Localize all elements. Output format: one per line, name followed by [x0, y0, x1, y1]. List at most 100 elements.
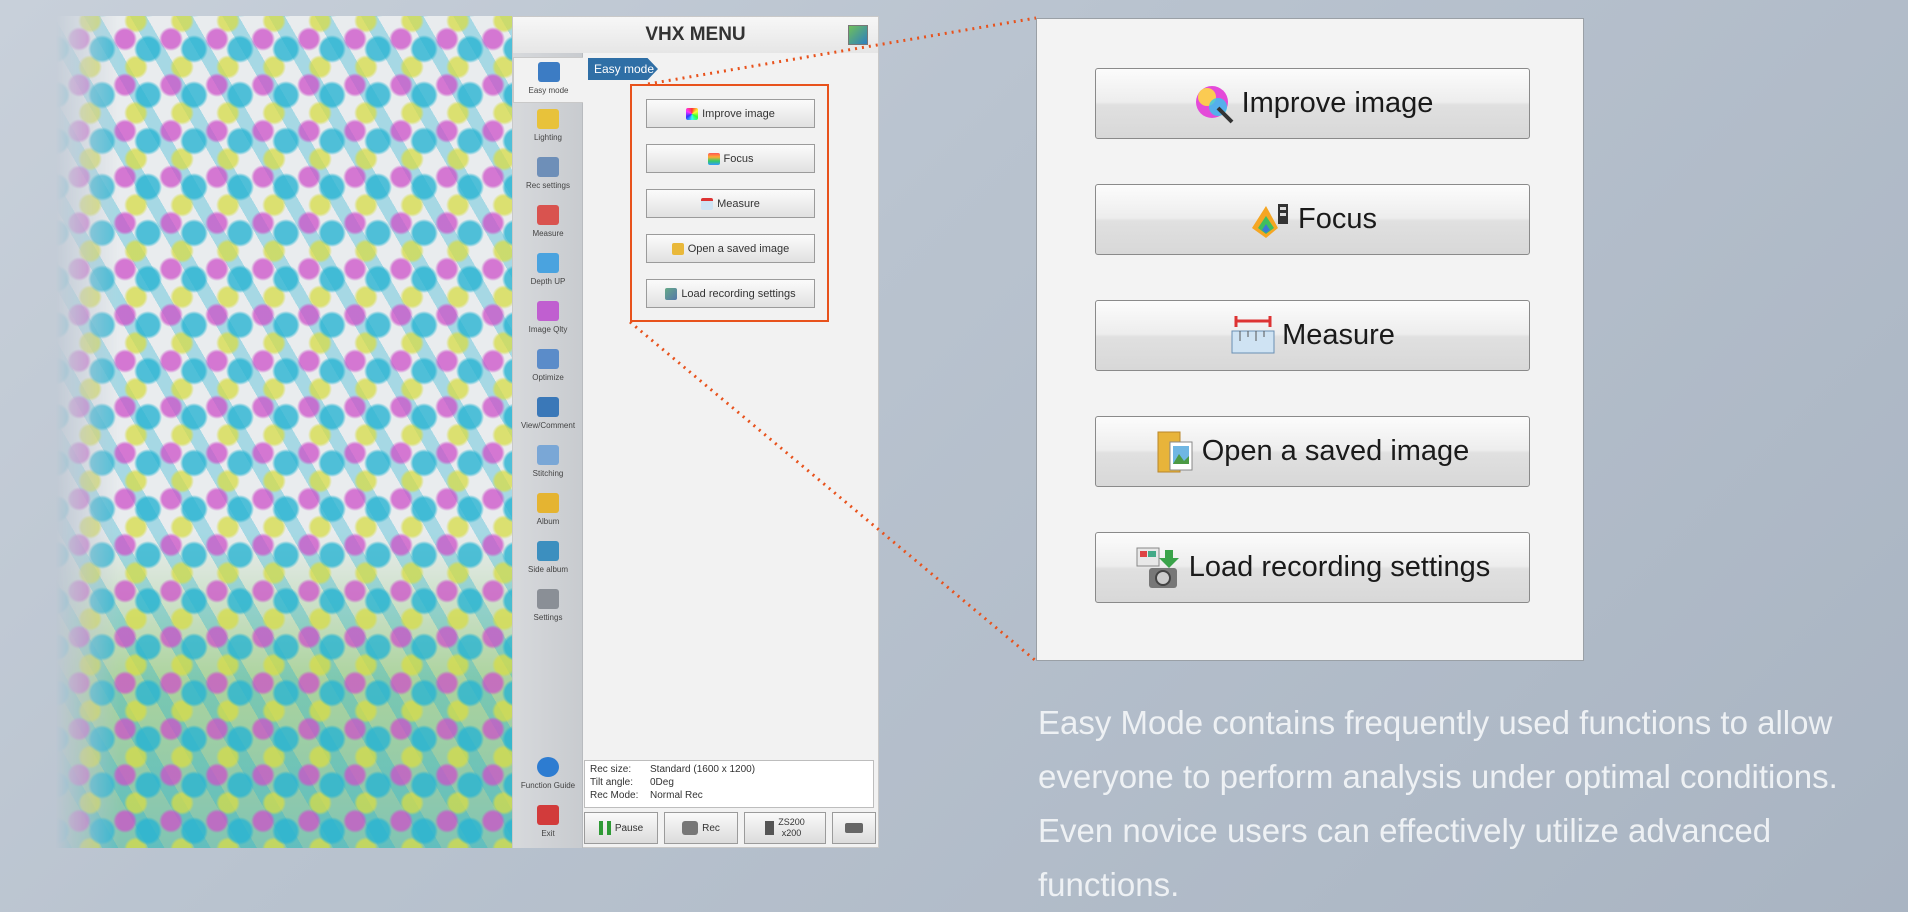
sidebar-item-label: Stitching: [532, 469, 564, 478]
improve-image-icon: [686, 107, 699, 120]
sidebar-item-label: Album: [536, 517, 560, 526]
zoom-magnification: x200: [781, 828, 802, 838]
optimize-icon: [537, 349, 559, 369]
status-key: Tilt angle:: [590, 777, 633, 788]
status-value: Normal Rec: [650, 790, 703, 801]
load-recording-settings-button-small[interactable]: Load recording settings: [646, 279, 815, 308]
bottom-toolbar: Pause Rec ZS200 x200: [584, 812, 879, 846]
menu-title: VHX MENU: [645, 24, 746, 45]
easy-mode-icon: [537, 62, 560, 82]
sidebar-item-label: Optimize: [532, 373, 564, 382]
sidebar-item-label: Exit: [541, 829, 555, 838]
settings-icon: [537, 589, 559, 609]
side-album-icon: [537, 541, 559, 561]
status-box: Rec size: Standard (1600 x 1200) Tilt an…: [584, 760, 874, 808]
sidebar-item-label: Side album: [527, 565, 569, 574]
sidebar-item-label: Image Qlty: [528, 325, 568, 334]
sidebar-item-label: Function Guide: [520, 781, 576, 790]
pause-icon: [598, 821, 611, 835]
depth-up-icon: [537, 253, 559, 273]
folder-image-icon: [671, 242, 684, 255]
sidebar-item-depth-up[interactable]: Depth UP: [513, 249, 583, 295]
eject-button[interactable]: [832, 812, 876, 844]
status-value: Standard (1600 x 1200): [650, 764, 756, 775]
sidebar-item-label: Easy mode: [528, 86, 569, 95]
button-label: Improve image: [702, 107, 775, 120]
lighting-icon: [537, 109, 559, 129]
focus-icon: [707, 152, 720, 165]
sidebar-item-image-quality[interactable]: Image Qlty: [513, 297, 583, 343]
sidebar: Easy mode Lighting Rec settings Measure …: [513, 53, 583, 848]
menu-header: VHX MENU: [513, 17, 878, 53]
sidebar-item-label: Measure: [532, 229, 564, 238]
button-label: Focus: [723, 152, 754, 165]
open-saved-image-button-small[interactable]: Open a saved image: [646, 234, 815, 263]
button-label: Open a saved image: [687, 242, 790, 255]
button-label: Load recording settings: [1188, 551, 1491, 583]
measure-button[interactable]: Measure: [1095, 300, 1530, 371]
record-button[interactable]: Rec: [664, 812, 738, 844]
power-icon: [537, 805, 559, 825]
focus-button-small[interactable]: Focus: [646, 144, 815, 173]
sidebar-item-settings[interactable]: Settings: [513, 585, 583, 631]
improve-image-button-small[interactable]: Improve image: [646, 99, 815, 128]
pause-label: Pause: [614, 822, 644, 834]
sidebar-item-label: Rec settings: [525, 181, 571, 190]
open-saved-image-button[interactable]: Open a saved image: [1095, 416, 1530, 487]
sidebar-item-lighting[interactable]: Lighting: [513, 105, 583, 151]
sidebar-item-view-comment[interactable]: View/Comment: [513, 393, 583, 439]
measure-icon: [1231, 315, 1275, 353]
sidebar-item-measure[interactable]: Measure: [513, 201, 583, 247]
load-settings-icon: [1136, 547, 1179, 588]
pause-button[interactable]: Pause: [584, 812, 658, 844]
image-quality-icon: [537, 301, 559, 321]
mode-tab[interactable]: Easy mode: [588, 58, 658, 80]
sidebar-item-optimize[interactable]: Optimize: [513, 345, 583, 391]
zoom-lens-button[interactable]: ZS200 x200: [744, 812, 826, 844]
button-label: Open a saved image: [1201, 435, 1470, 467]
button-label: Measure: [1282, 319, 1395, 351]
sidebar-item-side-album[interactable]: Side album: [513, 537, 583, 583]
status-key: Rec size:: [590, 764, 632, 775]
load-recording-settings-button[interactable]: Load recording settings: [1095, 532, 1530, 603]
lens-icon: [765, 821, 775, 835]
focus-icon: [1252, 203, 1288, 238]
measure-icon: [701, 197, 714, 210]
folder-image-icon: [1157, 431, 1193, 472]
rec-label: Rec: [702, 822, 720, 834]
button-label: Focus: [1298, 203, 1377, 235]
sidebar-item-album[interactable]: Album: [513, 489, 583, 535]
sidebar-item-label: Depth UP: [530, 277, 566, 286]
measure-button-small[interactable]: Measure: [646, 189, 815, 218]
help-icon: [537, 757, 559, 777]
status-key: Rec Mode:: [590, 790, 639, 801]
button-label: Measure: [717, 197, 760, 210]
sidebar-item-label: Settings: [533, 613, 563, 622]
album-icon: [537, 493, 559, 513]
microscope-image: [56, 16, 512, 848]
stitching-icon: [537, 445, 559, 465]
zoomed-menu-panel: Improve image Focus Measure Open a saved…: [1036, 18, 1584, 661]
sidebar-item-easy-mode[interactable]: Easy mode: [513, 57, 583, 103]
load-settings-icon: [665, 287, 678, 300]
focus-button[interactable]: Focus: [1095, 184, 1530, 255]
improve-image-button[interactable]: Improve image: [1095, 68, 1530, 139]
improve-image-icon: [1195, 85, 1234, 123]
rec-settings-icon: [537, 157, 559, 177]
measure-icon: [537, 205, 559, 225]
button-label: Load recording settings: [681, 287, 796, 300]
button-label: Improve image: [1241, 87, 1434, 119]
sidebar-item-label: Lighting: [533, 133, 563, 142]
status-value: 0Deg: [650, 777, 674, 788]
view-comment-icon: [537, 397, 559, 417]
display-settings-icon[interactable]: [848, 25, 868, 45]
sidebar-item-function-guide[interactable]: Function Guide: [513, 753, 583, 799]
sidebar-item-label: View/Comment: [520, 421, 576, 430]
stage-icon: [845, 823, 863, 833]
camera-icon: [682, 821, 699, 835]
sidebar-item-rec-settings[interactable]: Rec settings: [513, 153, 583, 199]
sidebar-item-exit[interactable]: Exit: [513, 801, 583, 847]
zoom-readout: ZS200 x200: [778, 817, 805, 839]
zoom-lens-name: ZS200: [778, 817, 805, 827]
sidebar-item-stitching[interactable]: Stitching: [513, 441, 583, 487]
